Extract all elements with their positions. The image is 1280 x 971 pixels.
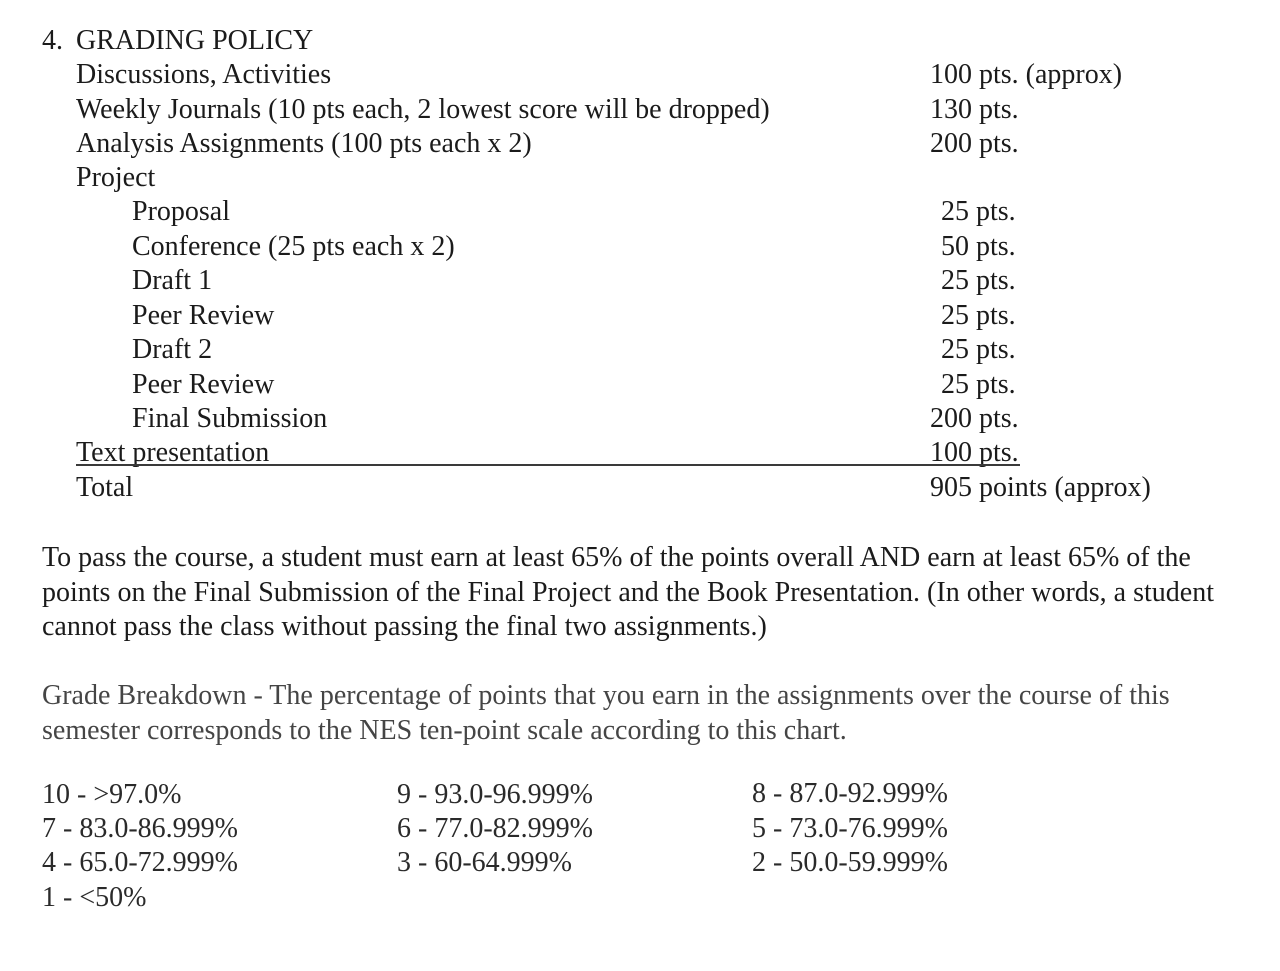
section-title: GRADING POLICY (76, 25, 314, 56)
policy-item-points: 50 pts. (941, 231, 1016, 262)
policy-item-points: 25 pts. (941, 334, 1016, 365)
policy-item-label: Final Submission (132, 403, 328, 434)
policy-item-label: Conference (25 pts each x 2) (132, 231, 455, 262)
scale-item: 2 - 50.0-59.999% (752, 847, 948, 878)
scale-item: 10 - >97.0% (42, 779, 182, 810)
scale-item: 3 - 60-64.999% (397, 847, 572, 878)
policy-item-label: Peer Review (132, 300, 275, 331)
scale-item: 1 - <50% (42, 882, 147, 913)
policy-item-label: Proposal (132, 196, 230, 227)
scale-item: 9 - 93.0-96.999% (397, 779, 593, 810)
scale-item: 8 - 87.0-92.999% (752, 778, 948, 809)
policy-item-points: 25 pts. (941, 300, 1016, 331)
policy-item-points: 200 pts. (930, 403, 1019, 434)
scale-item: 4 - 65.0-72.999% (42, 847, 238, 878)
policy-item-label: Discussions, Activities (76, 59, 332, 90)
total-label: Total (76, 472, 134, 503)
total-divider (76, 464, 1020, 466)
policy-item-points: 130 pts. (930, 94, 1019, 125)
policy-item-label: Weekly Journals (10 pts each, 2 lowest s… (76, 94, 770, 125)
total-points: 905 points (approx) (930, 472, 1151, 503)
policy-item-label: Draft 1 (132, 265, 213, 296)
scale-item: 7 - 83.0-86.999% (42, 813, 238, 844)
document-page: 4. GRADING POLICY Discussions, Activitie… (0, 0, 1280, 971)
policy-item-points: 25 pts. (941, 369, 1016, 400)
policy-item-label: Project (76, 162, 156, 193)
policy-item-label: Peer Review (132, 369, 275, 400)
grade-breakdown-paragraph: Grade Breakdown - The percentage of poin… (42, 680, 1170, 746)
policy-item-points: 25 pts. (941, 265, 1016, 296)
pass-requirement-paragraph: To pass the course, a student must earn … (42, 542, 1214, 642)
policy-item-label: Analysis Assignments (100 pts each x 2) (76, 128, 532, 159)
policy-item-points: 100 pts. (approx) (930, 59, 1123, 90)
scale-item: 5 - 73.0-76.999% (752, 813, 948, 844)
policy-item-label: Draft 2 (132, 334, 213, 365)
section-number: 4. (42, 25, 63, 56)
policy-item-points: 200 pts. (930, 128, 1019, 159)
scale-item: 6 - 77.0-82.999% (397, 813, 593, 844)
policy-item-points: 25 pts. (941, 196, 1016, 227)
